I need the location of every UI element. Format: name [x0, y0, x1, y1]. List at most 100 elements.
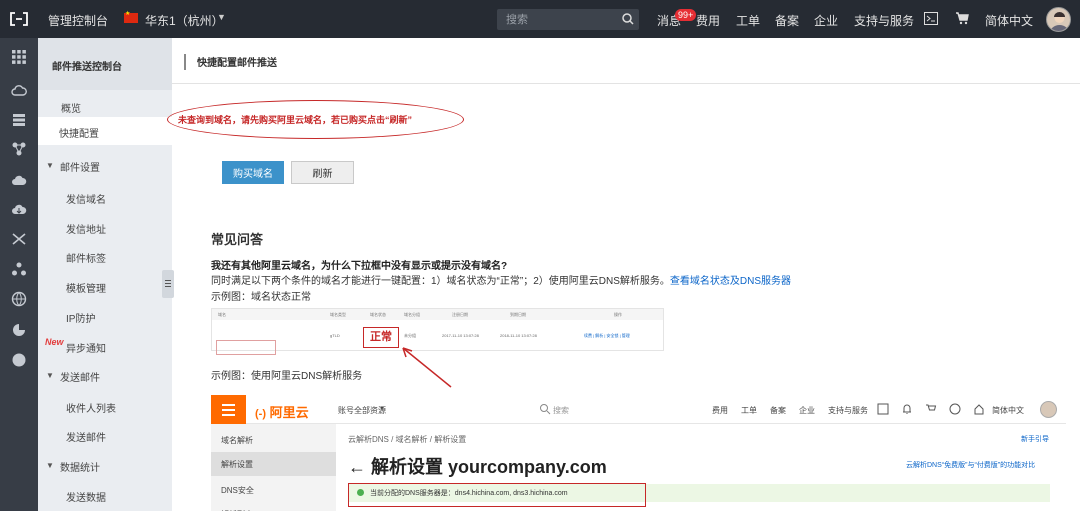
globe-icon[interactable] [11, 291, 27, 307]
user-avatar[interactable] [1046, 7, 1071, 32]
sidebar-item-label: 收件人列表 [66, 404, 116, 415]
sidebar-title: 邮件推送控制台 [52, 62, 122, 73]
sidebar: 邮件推送控制台 概览 快捷配置 ▼ 邮件设置 发信域名 发信地址 邮件标签 模板管… [38, 38, 172, 511]
sidebar-item-label: 邮件标签 [66, 254, 106, 265]
new-tag: New [45, 337, 64, 347]
list-icon[interactable] [11, 112, 27, 128]
header-divider [172, 83, 1080, 84]
bell-icon [903, 404, 911, 414]
icp-link[interactable]: 备案 [775, 12, 799, 29]
grid-icon[interactable] [11, 49, 27, 65]
sidebar-item-quick-config[interactable]: 快捷配置 [38, 117, 172, 145]
caret-down-icon: ▼ [46, 161, 54, 170]
buy-domain-button[interactable]: 购买域名 [222, 161, 284, 184]
faq-answer: 同时满足以下两个条件的域名才能进行一键配置：1）域名状态为“正常”；2）使用阿里… [211, 272, 791, 287]
sidebar-item-ip-protection[interactable]: IP防护 [38, 302, 172, 330]
cell-actions: 续费 | 解析 | 安全锁 | 管理 [584, 333, 630, 338]
sidebar-group-label: 发送邮件 [60, 373, 100, 384]
cell: 未分组 [404, 333, 416, 338]
pie-icon[interactable] [11, 322, 27, 338]
search-icon [540, 404, 551, 415]
redacted-domain-box [216, 340, 276, 355]
sidebar-item-sender-domain[interactable]: 发信域名 [38, 183, 172, 211]
example-table-header: 域名 域名类型 域名状态 域名分组 注册日期 到期日期 操作 [212, 309, 663, 320]
example-nav-item: 支持与服务 [828, 406, 868, 415]
shuffle-icon[interactable] [11, 231, 27, 247]
sidebar-group-statistics[interactable]: ▼ 数据统计 [38, 451, 172, 479]
example-compare-link: 云解析DNS“免费版”与“付费版”的功能对比 [906, 462, 1036, 469]
sidebar-item-sender-address[interactable]: 发信地址 [38, 213, 172, 241]
china-flag-icon [124, 10, 138, 23]
cell: gTLD [330, 333, 340, 338]
cart-icon[interactable] [955, 12, 969, 25]
example-side-item: DNS安全 [221, 486, 254, 495]
example-nav-item: 费用 [712, 406, 728, 415]
example-side-item-active: 解析设置 [211, 452, 336, 476]
sidebar-item-label: 快捷配置 [59, 129, 99, 140]
cloud-upload-icon[interactable] [11, 172, 27, 188]
example-language: 简体中文 [992, 406, 1024, 415]
chevron-down-icon[interactable]: ▼ [217, 12, 226, 22]
sidebar-group-mail-settings[interactable]: ▼ 邮件设置 [38, 151, 172, 179]
sidebar-item-send-data[interactable]: 发送数据 [38, 481, 172, 509]
example-nav-item: 企业 [799, 406, 815, 415]
example-dns-console: (-) 阿里云 账号全部资源 ▼ 搜索 费用 工单 备案 企业 支持与服务 简体… [211, 395, 1066, 511]
sidebar-item-label: 发送数据 [66, 493, 106, 504]
sidebar-item-label: 概览 [61, 104, 81, 115]
col-header: 操作 [614, 312, 622, 317]
nodes-icon[interactable] [11, 141, 27, 157]
region-selector[interactable]: 华东1（杭州） [145, 12, 224, 29]
example-search: 搜索 [553, 406, 569, 415]
sidebar-item-mail-tags[interactable]: 邮件标签 [38, 242, 172, 270]
global-search [497, 9, 639, 30]
sidebar-item-templates[interactable]: 模板管理 [38, 272, 172, 300]
sidebar-item-overview[interactable]: 概览 [38, 92, 172, 120]
product-icon-rail [0, 38, 38, 511]
sidebar-item-label: 异步通知 [66, 344, 106, 355]
sidebar-collapse-handle[interactable] [162, 270, 174, 298]
cloud-icon[interactable] [11, 83, 27, 99]
col-header: 域名 [218, 312, 226, 317]
cart-icon [926, 404, 937, 411]
sidebar-item-label: 发信地址 [66, 225, 106, 236]
caret-down-icon: ▼ [46, 371, 54, 380]
sidebar-item-send-mail[interactable]: 发送邮件 [38, 421, 172, 449]
home-icon [974, 404, 984, 415]
search-icon[interactable] [621, 12, 635, 26]
cloud-download-icon[interactable] [11, 201, 27, 217]
circle-icon[interactable] [11, 352, 27, 368]
sidebar-group-send-mail[interactable]: ▼ 发送邮件 [38, 361, 172, 389]
language-selector[interactable]: 简体中文 [985, 12, 1033, 29]
warning-message: 未查询到域名，请先购买阿里云域名，若已购买点击“刷新” [178, 115, 413, 125]
tickets-link[interactable]: 工单 [736, 12, 760, 29]
enterprise-link[interactable]: 企业 [814, 12, 838, 29]
example-side-item: 域名解析 [221, 436, 253, 445]
console-title[interactable]: 管理控制台 [48, 12, 108, 29]
support-link[interactable]: 支持与服务 [854, 12, 914, 29]
status-normal-highlight: 正常 [363, 327, 399, 348]
messages-badge: 99+ [675, 9, 697, 21]
terminal-icon[interactable] [924, 12, 938, 25]
search-input[interactable] [497, 9, 615, 30]
cell: 2017-11-10 13:07:28 [442, 333, 479, 338]
cluster-icon[interactable] [11, 261, 27, 277]
example-side-item: 解析列表 [211, 502, 336, 511]
aliyun-logo-icon[interactable] [9, 10, 29, 28]
aliyun-logo: (-) 阿里云 [255, 405, 309, 420]
billing-link[interactable]: 费用 [696, 12, 720, 29]
sidebar-item-recipients[interactable]: 收件人列表 [38, 392, 172, 420]
sidebar-item-async-notify[interactable]: New 异步通知 [38, 332, 172, 360]
domain-status-link[interactable]: 查看域名状态及DNS服务器 [670, 276, 791, 287]
refresh-button[interactable]: 刷新 [291, 161, 354, 184]
cell: 2018-11-10 13:07:28 [500, 333, 537, 338]
col-header: 注册日期 [452, 312, 468, 317]
example-page-title: ← 解析设置 yourcompany.com [348, 457, 607, 477]
col-header: 到期日期 [510, 312, 526, 317]
example2-label: 示例图：使用阿里云DNS解析服务 [211, 371, 363, 382]
col-header: 域名状态 [370, 312, 386, 317]
example-sidebar: 域名解析 解析设置 DNS安全 解析列表 [211, 424, 336, 511]
faq-question: 我还有其他阿里云域名，为什么下拉框中没有显示或提示没有域名? [211, 261, 508, 272]
sidebar-group-label: 数据统计 [60, 463, 100, 474]
col-header: 域名分组 [404, 312, 420, 317]
example-breadcrumb: 云解析DNS / 域名解析 / 解析设置 [348, 435, 467, 444]
